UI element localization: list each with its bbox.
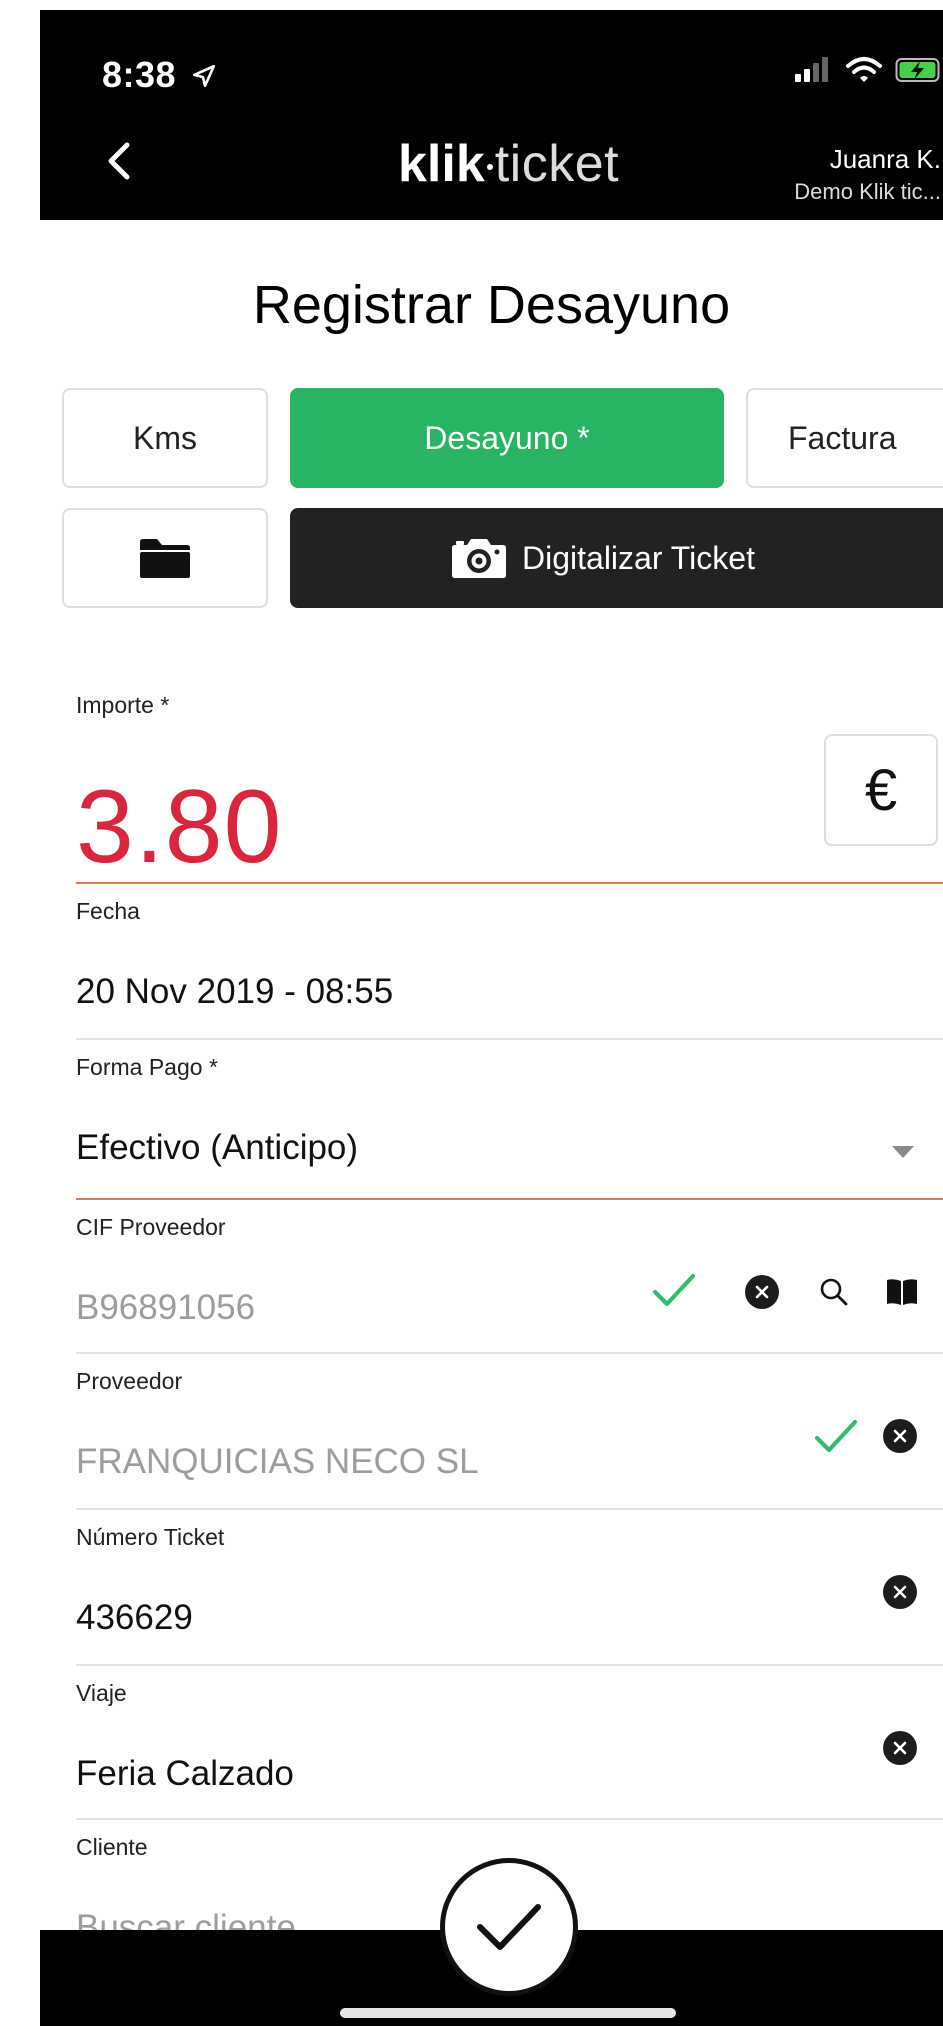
kms-button[interactable]: Kms xyxy=(62,388,268,488)
cif-proveedor-label: CIF Proveedor xyxy=(76,1214,226,1240)
clear-icon[interactable] xyxy=(744,1274,780,1310)
importe-field[interactable]: Importe * 3.80 € xyxy=(76,678,943,887)
check-icon xyxy=(812,1414,860,1460)
kms-button-label: Kms xyxy=(133,419,197,456)
numero-ticket-value[interactable]: 436629 xyxy=(76,1598,193,1638)
fecha-value[interactable]: 20 Nov 2019 - 08:55 xyxy=(76,972,393,1012)
folder-button[interactable] xyxy=(62,508,268,608)
viaje-label: Viaje xyxy=(76,1680,127,1706)
wifi-icon xyxy=(846,57,882,82)
forma-pago-field[interactable]: Forma Pago * Efectivo (Anticipo) xyxy=(76,1040,943,1200)
clear-icon[interactable] xyxy=(882,1730,918,1766)
check-icon xyxy=(650,1268,698,1314)
currency-button[interactable]: € xyxy=(824,734,938,846)
desayuno-button-label: Desayuno * xyxy=(424,419,590,456)
brand-logo-dot xyxy=(486,164,493,171)
book-icon[interactable] xyxy=(882,1272,922,1312)
status-time: 8:38 xyxy=(102,54,217,96)
check-icon xyxy=(477,1904,541,1950)
forma-pago-label: Forma Pago * xyxy=(76,1054,218,1080)
numero-ticket-label: Número Ticket xyxy=(76,1524,225,1550)
app-screen: 8:38 klik ticket Juanra K. Demo Klik tic… xyxy=(40,10,943,2026)
user-name: Juanra K. xyxy=(829,144,941,174)
battery-charging-icon xyxy=(895,58,940,82)
digitalizar-ticket-label: Digitalizar Ticket xyxy=(522,539,755,576)
cliente-label: Cliente xyxy=(76,1834,148,1860)
proveedor-label: Proveedor xyxy=(76,1368,183,1394)
numero-ticket-field[interactable]: Número Ticket 436629 xyxy=(76,1510,943,1666)
chevron-left-icon xyxy=(108,142,130,180)
desayuno-button[interactable]: Desayuno * xyxy=(290,388,724,488)
status-indicators xyxy=(793,56,943,84)
fecha-field[interactable]: Fecha 20 Nov 2019 - 08:55 xyxy=(76,884,943,1040)
user-account[interactable]: Juanra K. Demo Klik tic... xyxy=(794,144,941,206)
brand-logo: klik ticket xyxy=(398,136,619,192)
viaje-value[interactable]: Feria Calzado xyxy=(76,1754,294,1794)
user-company: Demo Klik tic... xyxy=(794,179,941,204)
forma-pago-value[interactable]: Efectivo (Anticipo) xyxy=(76,1128,358,1168)
location-arrow-icon xyxy=(192,64,215,88)
folder-icon xyxy=(140,539,190,578)
importe-value[interactable]: 3.80 xyxy=(76,768,282,887)
dropdown-arrow-icon[interactable] xyxy=(888,1140,918,1164)
app-header: 8:38 klik ticket Juanra K. Demo Klik tic… xyxy=(40,10,943,220)
page-title: Registrar Desayuno xyxy=(252,275,731,335)
home-indicator[interactable] xyxy=(340,2008,676,2018)
back-button[interactable] xyxy=(96,138,142,184)
camera-icon xyxy=(452,539,506,578)
viaje-field[interactable]: Viaje Feria Calzado xyxy=(76,1666,943,1820)
brand-logo-light: ticket xyxy=(494,135,620,193)
cif-proveedor-field[interactable]: CIF Proveedor B96891056 xyxy=(76,1200,943,1354)
fecha-label: Fecha xyxy=(76,898,140,924)
brand-logo-bold: klik xyxy=(398,135,485,193)
search-icon[interactable] xyxy=(816,1274,852,1310)
confirm-button[interactable] xyxy=(440,1858,578,1996)
clear-icon[interactable] xyxy=(882,1574,918,1610)
signal-icon xyxy=(795,57,828,82)
cif-proveedor-value[interactable]: B96891056 xyxy=(76,1288,255,1328)
euro-icon: € xyxy=(864,757,898,823)
factura-button[interactable]: Factura xyxy=(746,388,943,488)
proveedor-value[interactable]: FRANQUICIAS NECO SL xyxy=(76,1442,479,1482)
proveedor-field[interactable]: Proveedor FRANQUICIAS NECO SL xyxy=(76,1354,943,1510)
clear-icon[interactable] xyxy=(882,1418,918,1454)
importe-label: Importe * xyxy=(76,692,170,718)
digitalizar-ticket-button[interactable]: Digitalizar Ticket xyxy=(290,508,943,608)
factura-button-label: Factura xyxy=(788,419,897,456)
